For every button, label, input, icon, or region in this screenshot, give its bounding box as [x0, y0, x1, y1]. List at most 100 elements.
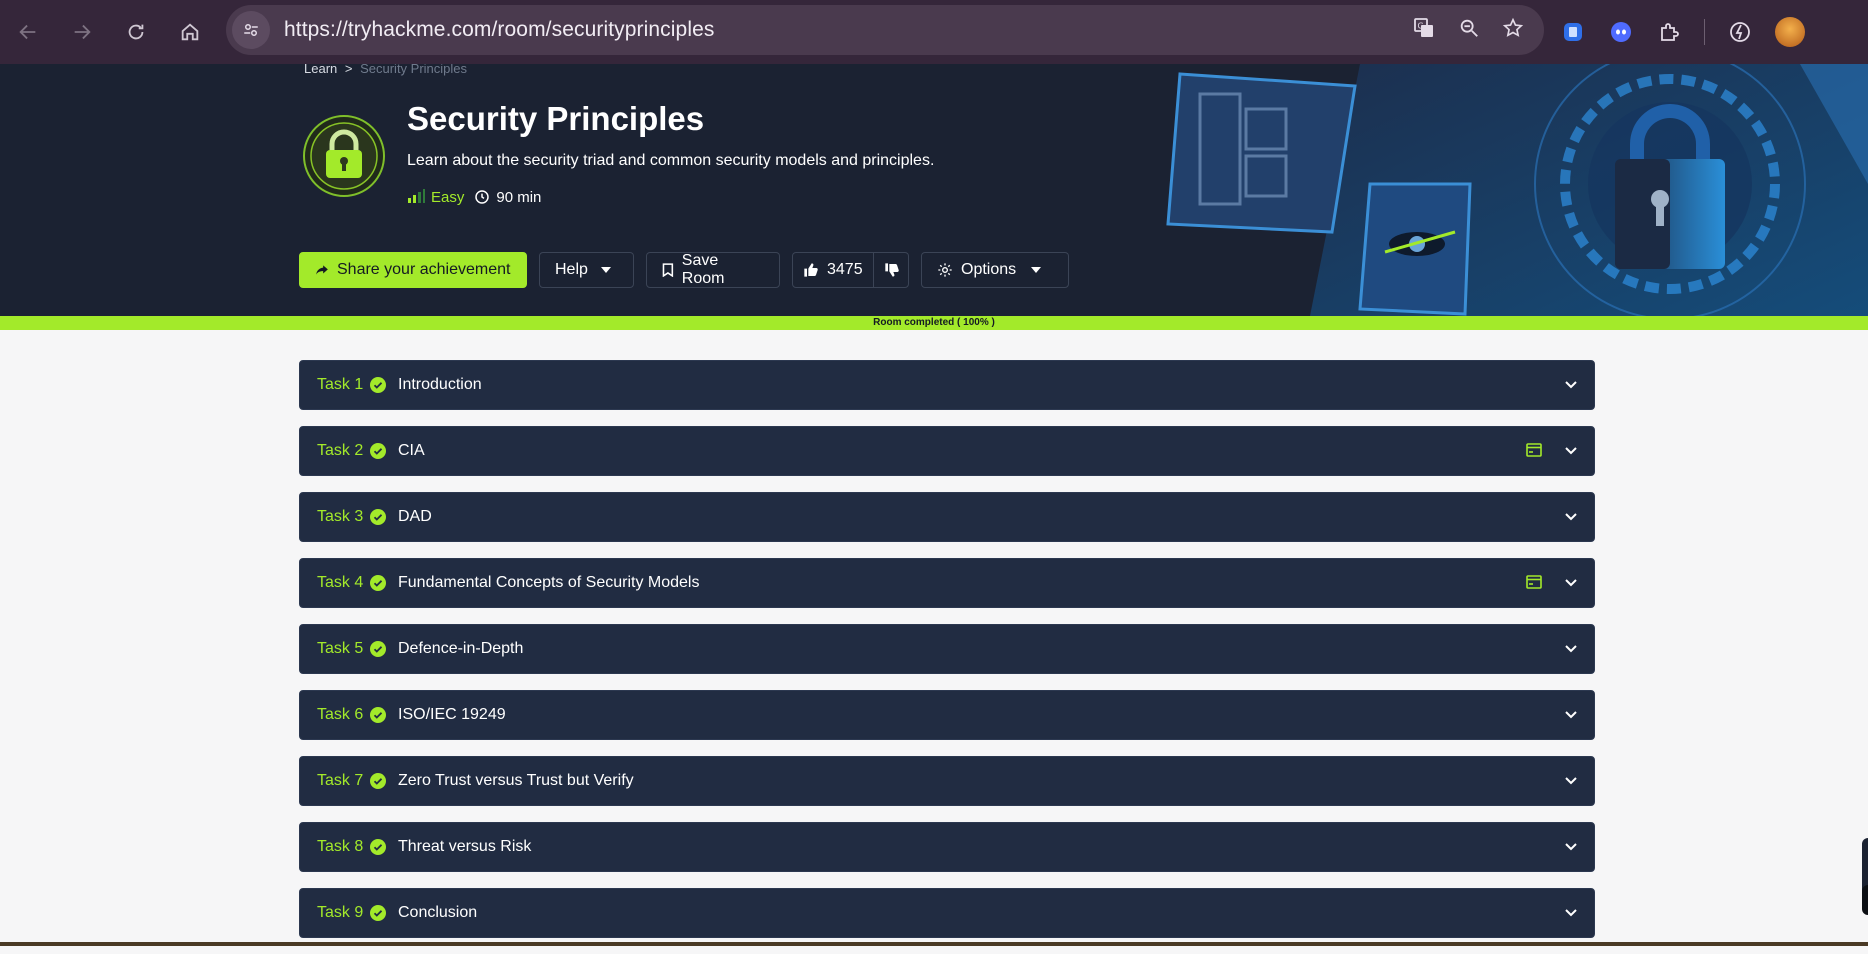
save-room-button[interactable]: Save Room [646, 252, 780, 288]
task-controls [1526, 427, 1578, 477]
chevron-down-icon[interactable] [1564, 443, 1578, 462]
chevron-down-icon[interactable] [1564, 905, 1578, 924]
task-number: Task 3 [317, 508, 364, 525]
task-controls [1564, 361, 1578, 411]
duration-label: 90 min [496, 188, 542, 206]
chevron-down-icon[interactable] [1564, 773, 1578, 792]
breadcrumb-learn-link[interactable]: Learn [304, 64, 337, 76]
downvote-button[interactable] [874, 253, 910, 287]
difficulty-label: Easy [431, 188, 465, 206]
room-title: Security Principles [407, 100, 705, 137]
task-title: Introduction [398, 376, 482, 393]
task-number: Task 7 [317, 772, 364, 789]
task-completed-check-icon [370, 377, 386, 393]
task-row[interactable]: Task 3 DAD [299, 492, 1595, 542]
bottom-edge [0, 942, 1868, 946]
breadcrumb-separator: > [344, 64, 353, 76]
task-title: DAD [398, 508, 432, 525]
chevron-down-icon[interactable] [1564, 707, 1578, 726]
profile-avatar[interactable] [1775, 17, 1805, 47]
task-controls [1564, 691, 1578, 741]
address-bar[interactable]: https://tryhackme.com/room/securityprinc… [226, 5, 1544, 55]
task-row[interactable]: Task 8 Threat versus Risk [299, 822, 1595, 872]
task-completed-check-icon [370, 773, 386, 789]
task-completed-check-icon [370, 509, 386, 525]
task-title: Zero Trust versus Trust but Verify [398, 772, 634, 789]
task-row[interactable]: Task 7 Zero Trust versus Trust but Verify [299, 756, 1595, 806]
share-icon [316, 265, 328, 275]
difficulty-bars-icon [407, 187, 425, 207]
bookmark-icon [662, 263, 674, 277]
task-row[interactable]: Task 2 CIA [299, 426, 1595, 476]
task-row[interactable]: Task 6 ISO/IEC 19249 [299, 690, 1595, 740]
task-completed-check-icon [370, 905, 386, 921]
task-row[interactable]: Task 1 Introduction [299, 360, 1595, 410]
browser-toolbar: https://tryhackme.com/room/securityprinc… [0, 0, 1868, 64]
task-row[interactable]: Task 9 Conclusion [299, 888, 1595, 938]
task-number: Task 4 [317, 574, 364, 591]
home-icon[interactable] [170, 12, 210, 52]
machine-icon[interactable] [1526, 442, 1542, 462]
share-achievement-button[interactable]: Share your achievement [299, 252, 527, 288]
gear-icon [938, 263, 952, 277]
machine-icon[interactable] [1526, 574, 1542, 594]
task-controls [1564, 493, 1578, 543]
svg-text:G: G [1418, 21, 1424, 30]
caret-down-icon [600, 267, 611, 273]
task-controls [1564, 625, 1578, 675]
options-label: Options [961, 261, 1017, 278]
task-title: CIA [398, 442, 425, 459]
task-controls [1526, 559, 1578, 609]
task-controls [1564, 757, 1578, 807]
task-completed-check-icon [370, 575, 386, 591]
breadcrumb: Learn > Security Principles [304, 64, 467, 76]
back-icon[interactable] [8, 12, 48, 52]
help-dropdown-button[interactable]: Help [539, 252, 634, 288]
thumbs-down-icon [884, 263, 899, 277]
extension-bot-icon[interactable] [1608, 19, 1634, 45]
vote-group: 3475 [792, 252, 909, 288]
task-title: Defence-in-Depth [398, 640, 524, 657]
clock-icon [474, 189, 490, 205]
reload-icon[interactable] [116, 12, 156, 52]
extensions-puzzle-icon[interactable] [1656, 19, 1682, 45]
task-number: Task 8 [317, 838, 364, 855]
room-lock-logo [303, 115, 385, 197]
task-controls [1564, 889, 1578, 939]
task-title: ISO/IEC 19249 [398, 706, 506, 723]
task-number: Task 2 [317, 442, 364, 459]
save-room-label: Save Room [681, 252, 725, 287]
url-text[interactable]: https://tryhackme.com/room/securityprinc… [284, 18, 714, 42]
bookmark-star-icon[interactable] [1502, 17, 1524, 44]
task-list: Task 1 Introduction Task 2 CIA Task 3 DAD Task… [299, 360, 1595, 954]
room-progress-label: Room completed ( 100% ) [873, 317, 995, 328]
chevron-down-icon[interactable] [1564, 509, 1578, 528]
share-achievement-label: Share your achievement [337, 261, 511, 278]
performance-icon[interactable] [1727, 19, 1753, 45]
room-description: Learn about the security triad and commo… [407, 152, 935, 169]
chevron-down-icon[interactable] [1564, 575, 1578, 594]
task-completed-check-icon [370, 443, 386, 459]
room-actions: Share your achievement Help Save Room 34… [299, 252, 1069, 288]
side-widget-handle[interactable] [1862, 885, 1868, 915]
help-label: Help [555, 261, 588, 278]
zoom-icon[interactable] [1458, 17, 1480, 44]
chevron-down-icon[interactable] [1564, 377, 1578, 396]
breadcrumb-current: Security Principles [360, 64, 468, 76]
task-row[interactable]: Task 5 Defence-in-Depth [299, 624, 1595, 674]
chevron-down-icon[interactable] [1564, 641, 1578, 660]
task-title: Fundamental Concepts of Security Models [398, 574, 700, 591]
options-dropdown-button[interactable]: Options [921, 252, 1069, 288]
site-settings-icon[interactable] [232, 11, 270, 49]
translate-icon[interactable]: G [1412, 16, 1436, 45]
upvote-button[interactable]: 3475 [793, 253, 874, 287]
task-number: Task 9 [317, 904, 364, 921]
chevron-down-icon[interactable] [1564, 839, 1578, 858]
task-completed-check-icon [370, 707, 386, 723]
thumbs-up-icon [804, 263, 818, 277]
forward-icon[interactable] [62, 12, 102, 52]
extension-docs-icon[interactable] [1560, 19, 1586, 45]
task-completed-check-icon [370, 641, 386, 657]
task-row[interactable]: Task 4 Fundamental Concepts of Security M… [299, 558, 1595, 608]
room-hero: Learn > Security Principles Security Pri… [0, 64, 1868, 316]
